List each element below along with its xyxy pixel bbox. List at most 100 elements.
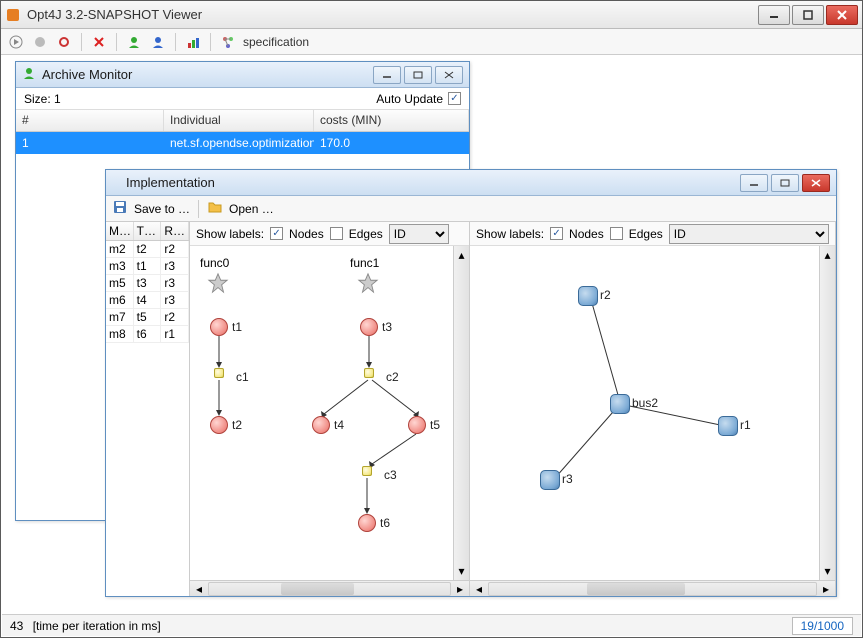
impl-close-button[interactable]: [802, 174, 830, 192]
main-titlebar[interactable]: Opt4J 3.2-SNAPSHOT Viewer: [1, 1, 862, 29]
map-row[interactable]: m6t4r3: [106, 292, 189, 309]
scroll-thumb[interactable]: [587, 583, 685, 595]
scrollbar-vertical[interactable]: ▴ ▾: [453, 246, 469, 580]
impl-min-button[interactable]: [740, 174, 768, 192]
scroll-left-icon[interactable]: ◂: [192, 582, 206, 596]
scrollbar-horizontal[interactable]: ◂ ▸: [190, 580, 469, 596]
task-node: t2: [210, 416, 228, 434]
edges-checkbox[interactable]: [330, 227, 343, 240]
scroll-right-icon[interactable]: ▸: [453, 582, 467, 596]
app-title: Opt4J 3.2-SNAPSHOT Viewer: [27, 7, 758, 22]
col-index[interactable]: #: [16, 110, 164, 131]
id-select[interactable]: ID: [669, 224, 829, 244]
minimize-button[interactable]: [758, 5, 790, 25]
map-row[interactable]: m5t3r3: [106, 275, 189, 292]
resource-graph-pane: Show labels: Nodes Edges ID r2: [470, 222, 836, 596]
close-button[interactable]: [826, 5, 858, 25]
impl-title: Implementation: [112, 175, 737, 190]
scroll-up-icon[interactable]: ▴: [455, 248, 469, 262]
archive-max-button[interactable]: [404, 66, 432, 84]
user-blue-icon[interactable]: [149, 33, 167, 51]
comm-node: c1: [214, 368, 224, 378]
archive-icon: [22, 66, 36, 83]
archive-title: Archive Monitor: [42, 67, 370, 82]
scrollbar-vertical[interactable]: ▴ ▾: [819, 246, 835, 580]
map-col-m[interactable]: M…: [106, 222, 134, 240]
play-icon[interactable]: [7, 33, 25, 51]
cell-index: 1: [16, 136, 164, 150]
cell-individual: net.sf.opendse.optimization…: [164, 136, 314, 150]
nodes-label: Nodes: [289, 227, 324, 241]
record-icon[interactable]: [55, 33, 73, 51]
map-cell: m5: [106, 275, 134, 291]
func0-label: func0: [200, 256, 229, 270]
cell-cost: 170.0: [314, 136, 469, 150]
resource-graph-toolbar: Show labels: Nodes Edges ID: [470, 222, 835, 246]
status-time-label: [time per iteration in ms]: [33, 619, 161, 633]
map-row[interactable]: m7t5r2: [106, 309, 189, 326]
col-costs[interactable]: costs (MIN): [314, 110, 469, 131]
map-row[interactable]: m2t2r2: [106, 241, 189, 258]
graph-icon[interactable]: [219, 33, 237, 51]
task-graph-area[interactable]: func0 t1 c1 t2 func1 t3 c2: [190, 246, 453, 580]
col-individual[interactable]: Individual: [164, 110, 314, 131]
edges-label: Edges: [629, 227, 663, 241]
nodes-checkbox[interactable]: [270, 227, 283, 240]
separator: [81, 33, 82, 51]
map-row[interactable]: m3t1r3: [106, 258, 189, 275]
map-cell: r3: [161, 258, 189, 274]
mapping-table: M… T… R… m2t2r2m3t1r3m5t3r3m6t4r3m7t5r2m…: [106, 222, 190, 596]
scroll-thumb[interactable]: [281, 583, 353, 595]
delete-icon[interactable]: [90, 33, 108, 51]
scroll-right-icon[interactable]: ▸: [819, 582, 833, 596]
separator: [198, 200, 199, 218]
task-node: t3: [360, 318, 378, 336]
scroll-down-icon[interactable]: ▾: [455, 564, 469, 578]
map-row[interactable]: m8t6r1: [106, 326, 189, 343]
scroll-down-icon[interactable]: ▾: [821, 564, 835, 578]
spec-label[interactable]: specification: [243, 35, 309, 49]
impl-max-button[interactable]: [771, 174, 799, 192]
map-cell: r3: [161, 292, 189, 308]
task-node: t1: [210, 318, 228, 336]
user-green-icon[interactable]: [125, 33, 143, 51]
map-cell: t5: [134, 309, 162, 325]
task-node: t6: [358, 514, 376, 532]
save-icon[interactable]: [112, 199, 128, 218]
folder-icon[interactable]: [207, 199, 223, 218]
main-window: Opt4J 3.2-SNAPSHOT Viewer specification …: [0, 0, 863, 638]
chart-icon[interactable]: [184, 33, 202, 51]
archive-row-selected[interactable]: 1 net.sf.opendse.optimization… 170.0: [16, 132, 469, 154]
bus-node: bus2: [610, 394, 630, 414]
archive-min-button[interactable]: [373, 66, 401, 84]
save-button[interactable]: Save to …: [134, 202, 190, 216]
resource-graph-area[interactable]: r2 bus2 r1 r3: [470, 246, 819, 580]
scroll-left-icon[interactable]: ◂: [472, 582, 486, 596]
archive-close-button[interactable]: [435, 66, 463, 84]
separator: [210, 33, 211, 51]
scrollbar-horizontal[interactable]: ◂ ▸: [470, 580, 835, 596]
id-select[interactable]: ID: [389, 224, 449, 244]
nodes-checkbox[interactable]: [550, 227, 563, 240]
auto-update-checkbox[interactable]: [448, 92, 461, 105]
comm-node: c3: [362, 466, 372, 476]
star-icon: [357, 272, 379, 294]
open-button[interactable]: Open …: [229, 202, 274, 216]
status-bar: 43 [time per iteration in ms] 19/1000: [2, 614, 861, 636]
task-graph-pane: Show labels: Nodes Edges ID func0 t1 c1: [190, 222, 470, 596]
edges-checkbox[interactable]: [610, 227, 623, 240]
map-cell: m8: [106, 326, 134, 342]
archive-titlebar[interactable]: Archive Monitor: [16, 62, 469, 88]
map-col-t[interactable]: T…: [134, 222, 162, 240]
edges-label: Edges: [349, 227, 383, 241]
map-cell: r3: [161, 275, 189, 291]
status-progress: 19/1000: [792, 617, 853, 635]
maximize-button[interactable]: [792, 5, 824, 25]
func1-label: func1: [350, 256, 379, 270]
map-col-r[interactable]: R…: [161, 222, 189, 240]
scroll-up-icon[interactable]: ▴: [821, 248, 835, 262]
map-cell: m3: [106, 258, 134, 274]
stop-icon[interactable]: [31, 33, 49, 51]
impl-titlebar[interactable]: Implementation: [106, 170, 836, 196]
map-cell: m7: [106, 309, 134, 325]
